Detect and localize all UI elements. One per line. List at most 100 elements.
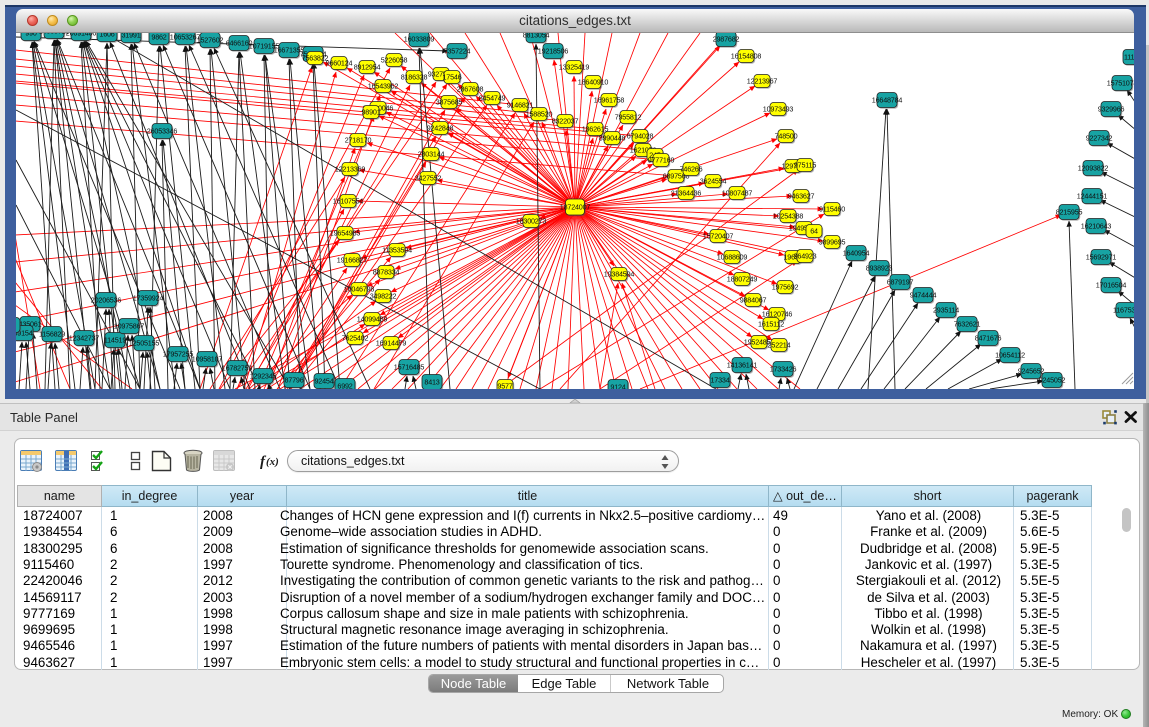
svg-text:10654112: 10654112 bbox=[995, 350, 1025, 359]
svg-text:87796: 87796 bbox=[285, 375, 304, 384]
svg-text:8413: 8413 bbox=[424, 377, 439, 386]
svg-text:11124: 11124 bbox=[1124, 52, 1134, 61]
svg-text:6794028: 6794028 bbox=[627, 131, 654, 140]
svg-text:1606: 1606 bbox=[99, 33, 114, 38]
svg-text:17359924: 17359924 bbox=[133, 293, 164, 302]
svg-text:15716485: 15716485 bbox=[394, 362, 425, 371]
svg-text:14099489: 14099489 bbox=[357, 314, 388, 323]
svg-text:8813054: 8813054 bbox=[523, 33, 550, 39]
svg-text:3427552: 3427552 bbox=[415, 173, 442, 182]
svg-text:64: 64 bbox=[810, 226, 818, 235]
svg-text:1167533: 1167533 bbox=[1113, 305, 1134, 314]
svg-text:1733426: 1733426 bbox=[770, 364, 797, 373]
svg-text:1588520: 1588520 bbox=[526, 109, 553, 118]
svg-text:14055721: 14055721 bbox=[39, 33, 70, 35]
svg-text:19384594: 19384594 bbox=[604, 269, 635, 278]
svg-text:990: 990 bbox=[25, 33, 37, 37]
svg-text:10975867: 10975867 bbox=[114, 321, 145, 330]
svg-text:9115460: 9115460 bbox=[819, 204, 845, 213]
svg-text:1640954: 1640954 bbox=[843, 248, 870, 257]
svg-text:19654985: 19654985 bbox=[330, 228, 361, 237]
svg-text:1292346: 1292346 bbox=[250, 371, 277, 380]
svg-text:10254388: 10254388 bbox=[773, 211, 804, 220]
svg-text:252214: 252214 bbox=[768, 340, 791, 349]
svg-text:2718170: 2718170 bbox=[345, 135, 372, 144]
svg-text:12213967: 12213967 bbox=[747, 76, 778, 85]
svg-text:20206536: 20206536 bbox=[91, 295, 122, 304]
svg-text:12213369: 12213369 bbox=[335, 164, 366, 173]
svg-text:16648784: 16648784 bbox=[872, 95, 903, 104]
svg-text:16120746: 16120746 bbox=[762, 309, 793, 318]
svg-text:7357224: 7357224 bbox=[444, 46, 471, 55]
svg-text:746266: 746266 bbox=[680, 164, 703, 173]
svg-text:17334: 17334 bbox=[711, 375, 730, 384]
svg-text:19166827: 19166827 bbox=[337, 255, 368, 264]
svg-text:(x): (x) bbox=[266, 456, 279, 468]
svg-text:17016504: 17016504 bbox=[1096, 280, 1127, 289]
svg-text:7955812: 7955812 bbox=[615, 112, 642, 121]
svg-text:9146821: 9146821 bbox=[507, 100, 534, 109]
svg-text:9777169: 9777169 bbox=[648, 155, 675, 164]
svg-text:8454749: 8454749 bbox=[479, 93, 506, 102]
svg-text:8878334: 8878334 bbox=[373, 267, 400, 276]
svg-text:15751074: 15751074 bbox=[1107, 78, 1134, 87]
svg-text:18640910: 18640910 bbox=[578, 77, 609, 86]
svg-text:7625402: 7625402 bbox=[342, 333, 369, 342]
svg-text:26053346: 26053346 bbox=[147, 126, 178, 135]
svg-text:12444151: 12444151 bbox=[1077, 191, 1108, 200]
svg-text:20691406: 20691406 bbox=[66, 33, 97, 37]
svg-text:8471676: 8471676 bbox=[975, 333, 1002, 342]
svg-text:11353594: 11353594 bbox=[382, 245, 412, 254]
svg-text:10807487: 10807487 bbox=[722, 188, 753, 197]
svg-text:10958107: 10958107 bbox=[192, 354, 223, 363]
svg-text:16154808: 16154808 bbox=[731, 51, 762, 60]
svg-text:5226058: 5226058 bbox=[381, 55, 408, 64]
svg-text:16782759: 16782759 bbox=[222, 363, 253, 372]
svg-text:19218506: 19218506 bbox=[538, 46, 569, 55]
svg-text:9245052: 9245052 bbox=[1039, 375, 1066, 384]
svg-text:3624554: 3624554 bbox=[700, 176, 727, 185]
svg-text:18807249: 18807249 bbox=[727, 274, 758, 283]
svg-text:1362615: 1362615 bbox=[582, 124, 609, 133]
svg-text:15692971: 15692971 bbox=[1086, 252, 1117, 261]
svg-text:9463627: 9463627 bbox=[788, 191, 815, 200]
svg-text:8938923: 8938923 bbox=[866, 263, 893, 272]
svg-text:9862: 9862 bbox=[151, 33, 166, 41]
svg-text:16033809: 16033809 bbox=[404, 34, 435, 43]
svg-text:9577: 9577 bbox=[497, 381, 512, 389]
svg-text:1527602: 1527602 bbox=[197, 35, 224, 44]
svg-text:16961758: 16961758 bbox=[594, 95, 625, 104]
svg-text:12093822: 12093822 bbox=[1078, 163, 1109, 172]
svg-text:14136141: 14136141 bbox=[727, 360, 758, 369]
svg-text:2987682: 2987682 bbox=[713, 34, 740, 43]
svg-text:2935114: 2935114 bbox=[933, 305, 959, 314]
svg-text:3875685: 3875685 bbox=[436, 97, 463, 106]
svg-text:10688609: 10688609 bbox=[717, 252, 748, 261]
svg-text:7632621: 7632621 bbox=[954, 319, 981, 328]
svg-text:3498222: 3498222 bbox=[370, 291, 397, 300]
svg-text:9329966: 9329966 bbox=[1098, 104, 1125, 113]
svg-text:9474444: 9474444 bbox=[910, 290, 937, 299]
svg-text:1156829: 1156829 bbox=[39, 329, 65, 338]
svg-text:748500: 748500 bbox=[775, 131, 798, 140]
svg-text:9884067: 9884067 bbox=[740, 295, 767, 304]
svg-text:13325419: 13325419 bbox=[559, 62, 590, 71]
svg-text:17546: 17546 bbox=[443, 72, 462, 81]
svg-text:9660124: 9660124 bbox=[326, 58, 353, 67]
svg-text:8322037: 8322037 bbox=[552, 116, 579, 125]
svg-text:9242848: 9242848 bbox=[427, 123, 454, 132]
svg-text:975115: 975115 bbox=[794, 160, 816, 169]
svg-text:16107554: 16107554 bbox=[333, 196, 364, 205]
svg-text:18724007: 18724007 bbox=[560, 202, 591, 211]
svg-text:16210643: 16210643 bbox=[1081, 221, 1112, 230]
svg-text:9124: 9124 bbox=[610, 382, 625, 389]
svg-text:9227342: 9227342 bbox=[1086, 133, 1113, 142]
svg-text:21364436: 21364436 bbox=[671, 188, 702, 197]
svg-text:10973493: 10973493 bbox=[763, 104, 794, 113]
svg-text:8186328: 8186328 bbox=[401, 72, 428, 81]
svg-text:31991: 31991 bbox=[122, 33, 141, 39]
svg-text:12505155: 12505155 bbox=[129, 338, 160, 347]
svg-text:1975692: 1975692 bbox=[772, 282, 799, 291]
svg-text:1615112: 1615112 bbox=[758, 319, 784, 328]
svg-text:98901: 98901 bbox=[362, 107, 381, 116]
